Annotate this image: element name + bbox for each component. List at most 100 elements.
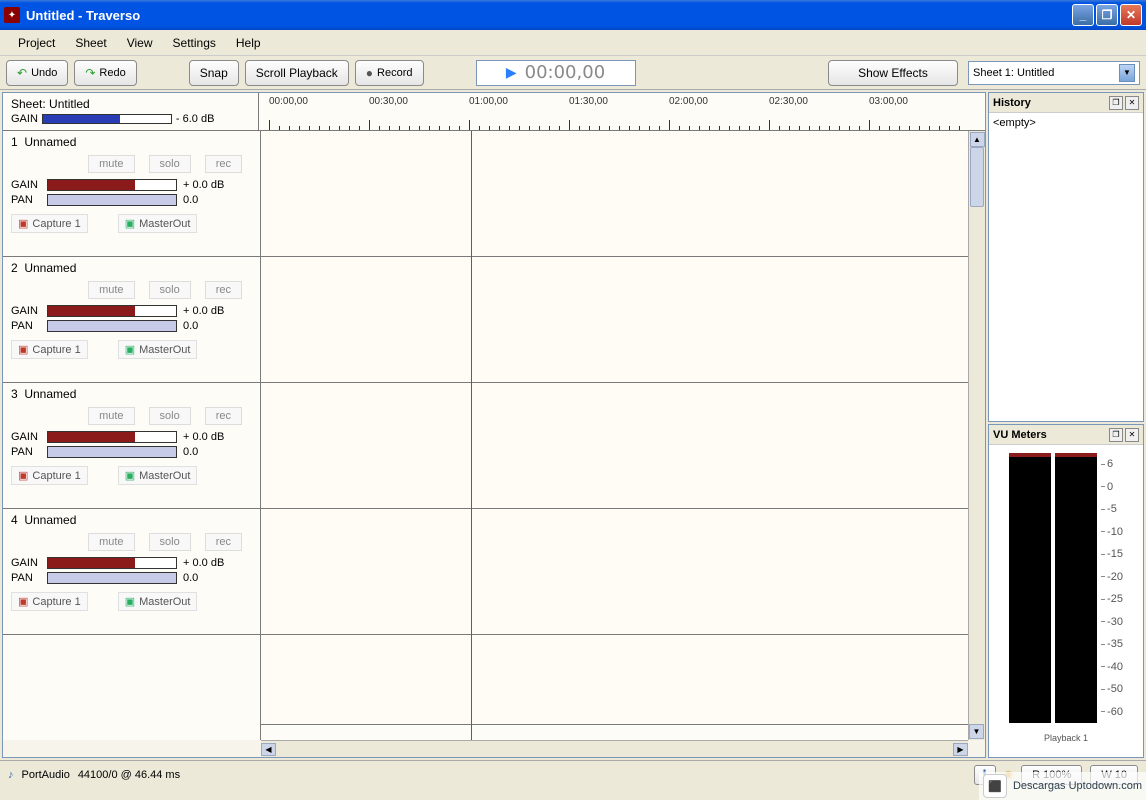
menu-settings[interactable]: Settings — [163, 32, 226, 54]
track-name: 2 Unnamed — [11, 261, 252, 275]
timeline-tick-label: 00:30,00 — [369, 96, 408, 107]
track-lanes[interactable] — [261, 131, 968, 740]
sheet-name: Sheet: Untitled — [11, 97, 250, 111]
timeline-tick-label: 02:30,00 — [769, 96, 808, 107]
sheet-selector[interactable]: Sheet 1: Untitled ▼ — [968, 61, 1140, 85]
pan-slider[interactable] — [47, 446, 177, 458]
scroll-left-icon[interactable]: ◀ — [261, 743, 276, 756]
solo-button[interactable]: solo — [149, 533, 191, 551]
scroll-right-icon[interactable]: ▶ — [953, 743, 968, 756]
input-icon: ▣ — [18, 343, 28, 356]
timeline-tick-label: 01:00,00 — [469, 96, 508, 107]
gain-slider[interactable] — [47, 431, 177, 443]
output-bus[interactable]: ▣MasterOut — [118, 340, 198, 359]
scroll-up-icon[interactable]: ▲ — [970, 132, 985, 147]
timeline-ruler[interactable]: 00:00,0000:30,0001:00,0001:30,0002:00,00… — [259, 93, 985, 130]
record-button[interactable]: ●Record — [355, 60, 424, 86]
vu-scale-value: 0 — [1101, 476, 1123, 498]
maximize-button[interactable]: ❐ — [1096, 4, 1118, 26]
redo-button[interactable]: ↷Redo — [74, 60, 136, 86]
pan-slider[interactable] — [47, 320, 177, 332]
vu-scale-value: -40 — [1101, 656, 1123, 678]
vu-caption: Playback 1 — [989, 731, 1143, 745]
solo-button[interactable]: solo — [149, 155, 191, 173]
snap-button[interactable]: Snap — [189, 60, 239, 86]
horizontal-scrollbar[interactable]: ◀ ▶ — [261, 740, 968, 757]
rec-button[interactable]: rec — [205, 281, 242, 299]
output-bus[interactable]: ▣MasterOut — [118, 214, 198, 233]
rec-button[interactable]: rec — [205, 533, 242, 551]
play-icon: ▶ — [506, 64, 517, 81]
vu-scale-value: -50 — [1101, 678, 1123, 700]
gain-label: GAIN — [11, 557, 41, 569]
mute-button[interactable]: mute — [88, 533, 134, 551]
solo-button[interactable]: solo — [149, 407, 191, 425]
pan-label: PAN — [11, 572, 41, 584]
menu-sheet[interactable]: Sheet — [65, 32, 116, 54]
statusbar: ♪ PortAudio 44100/0 @ 46.44 ms ℹ ◉ R 100… — [0, 760, 1146, 788]
pan-slider[interactable] — [47, 572, 177, 584]
mute-button[interactable]: mute — [88, 155, 134, 173]
input-bus[interactable]: ▣Capture 1 — [11, 592, 88, 611]
output-icon: ▣ — [125, 217, 135, 230]
pan-slider[interactable] — [47, 194, 177, 206]
track-name: 1 Unnamed — [11, 135, 252, 149]
scroll-playback-button[interactable]: Scroll Playback — [245, 60, 349, 86]
rec-button[interactable]: rec — [205, 407, 242, 425]
close-button[interactable]: ✕ — [1120, 4, 1142, 26]
scroll-down-icon[interactable]: ▼ — [969, 724, 984, 739]
sheet-gain-value: - 6.0 dB — [176, 113, 215, 125]
sheet-gain-slider[interactable] — [42, 114, 172, 124]
mute-button[interactable]: mute — [88, 281, 134, 299]
input-icon: ▣ — [18, 469, 28, 482]
undo-button[interactable]: ↶Undo — [6, 60, 68, 86]
vu-scale-value: -25 — [1101, 588, 1123, 610]
vu-scale-value: -20 — [1101, 566, 1123, 588]
panel-close-icon[interactable]: ✕ — [1125, 96, 1139, 110]
vertical-scrollbar[interactable]: ▲ ▼ — [968, 131, 985, 740]
track-panel: 2 Unnamed mute solo rec GAIN + 0.0 dB PA… — [3, 257, 260, 383]
pan-value: 0.0 — [183, 572, 198, 584]
toolbar: ↶Undo ↷Redo Snap Scroll Playback ●Record… — [0, 56, 1146, 90]
gain-slider[interactable] — [47, 557, 177, 569]
menu-help[interactable]: Help — [226, 32, 271, 54]
audio-rate: 44100/0 @ 46.44 ms — [78, 769, 180, 781]
sheet-gain-label: GAIN — [11, 113, 38, 125]
input-bus[interactable]: ▣Capture 1 — [11, 466, 88, 485]
time-display[interactable]: ▶ 00:00,00 — [476, 60, 636, 86]
gain-label: GAIN — [11, 305, 41, 317]
solo-button[interactable]: solo — [149, 281, 191, 299]
vu-scale-value: -35 — [1101, 633, 1123, 655]
minimize-button[interactable]: _ — [1072, 4, 1094, 26]
track-lane[interactable] — [261, 383, 968, 509]
mute-button[interactable]: mute — [88, 407, 134, 425]
panel-close-icon[interactable]: ✕ — [1125, 428, 1139, 442]
input-bus[interactable]: ▣Capture 1 — [11, 214, 88, 233]
pan-label: PAN — [11, 320, 41, 332]
output-bus[interactable]: ▣MasterOut — [118, 466, 198, 485]
input-icon: ▣ — [18, 595, 28, 608]
track-lane[interactable] — [261, 257, 968, 383]
output-icon: ▣ — [125, 343, 135, 356]
gain-slider[interactable] — [47, 305, 177, 317]
rec-button[interactable]: rec — [205, 155, 242, 173]
history-title: History — [993, 97, 1107, 109]
menu-view[interactable]: View — [117, 32, 163, 54]
track-lane[interactable] — [261, 131, 968, 257]
scroll-thumb[interactable] — [970, 147, 984, 207]
panel-undock-icon[interactable]: ❐ — [1109, 428, 1123, 442]
chevron-down-icon: ▼ — [1119, 64, 1135, 82]
gain-slider[interactable] — [47, 179, 177, 191]
input-bus[interactable]: ▣Capture 1 — [11, 340, 88, 359]
output-bus[interactable]: ▣MasterOut — [118, 592, 198, 611]
input-icon: ▣ — [18, 217, 28, 230]
track-lane[interactable] — [261, 509, 968, 635]
playhead-marker[interactable] — [471, 131, 472, 740]
app-icon: ✦ — [4, 7, 20, 23]
vu-meters-panel: VU Meters ❐ ✕ 60-5-10-15-20-25-30-35-40-… — [988, 424, 1144, 758]
gain-value: + 0.0 dB — [183, 179, 224, 191]
panel-undock-icon[interactable]: ❐ — [1109, 96, 1123, 110]
vu-meter-right — [1055, 453, 1097, 723]
show-effects-button[interactable]: Show Effects — [828, 60, 958, 86]
menu-project[interactable]: Project — [8, 32, 65, 54]
